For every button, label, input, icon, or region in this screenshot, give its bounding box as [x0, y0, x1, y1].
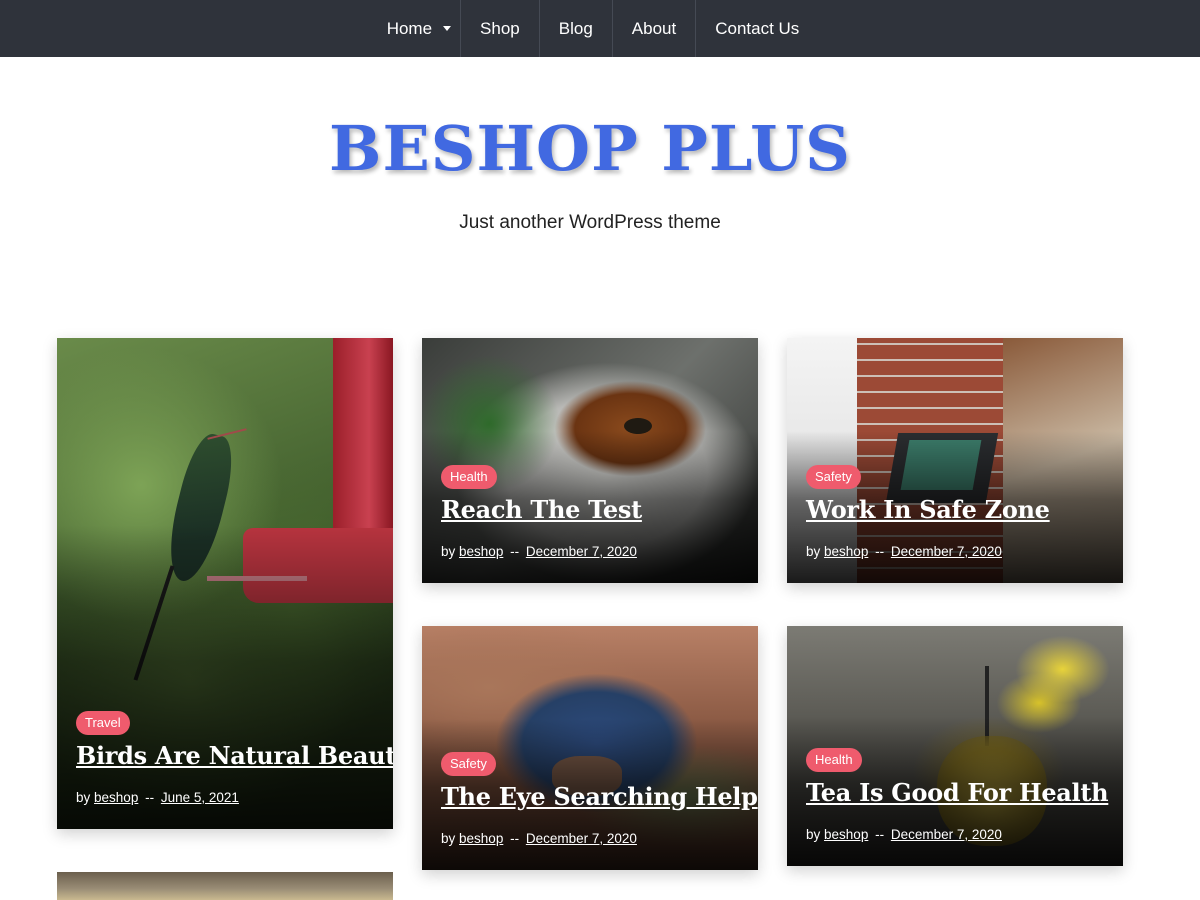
nav-item-about[interactable]: About: [613, 0, 697, 57]
meta-separator: --: [875, 827, 885, 842]
post-meta: by beshop -- December 7, 2020: [441, 831, 746, 846]
post-title-link[interactable]: The Eye Searching Help: [441, 782, 758, 811]
meta-separator: --: [875, 544, 885, 559]
author-link[interactable]: beshop: [459, 831, 503, 846]
nav-item-home[interactable]: Home: [368, 0, 462, 57]
author-link[interactable]: beshop: [94, 790, 138, 805]
date-link[interactable]: June 5, 2021: [161, 790, 239, 805]
date-link[interactable]: December 7, 2020: [891, 827, 1002, 842]
nav-item-label: Home: [386, 19, 433, 38]
nav-item-label: About: [631, 19, 677, 38]
by-label: by: [441, 544, 456, 559]
site-tagline: Just another WordPress theme: [459, 212, 721, 233]
category-badge[interactable]: Safety: [806, 465, 861, 489]
post-card-work-in-safe-zone[interactable]: Safety Work In Safe Zone by beshop -- De…: [787, 338, 1123, 583]
by-label: by: [441, 831, 456, 846]
post-meta: by beshop -- December 7, 2020: [806, 827, 1111, 842]
post-title-link[interactable]: Birds Are Natural Beauty: [76, 741, 393, 770]
caret-down-icon[interactable]: [443, 26, 452, 31]
post-title-link[interactable]: Reach The Test: [441, 495, 746, 524]
post-meta: by beshop -- December 7, 2020: [806, 544, 1111, 559]
post-card-tea-is-good-for-health[interactable]: Health Tea Is Good For Health by beshop …: [787, 626, 1123, 866]
nav-item-blog[interactable]: Blog: [540, 0, 613, 57]
post-title-link[interactable]: Tea Is Good For Health: [806, 778, 1111, 807]
date-link[interactable]: December 7, 2020: [526, 831, 637, 846]
nav-item-label: Shop: [480, 19, 520, 38]
post-card-content: Health Tea Is Good For Health by beshop …: [806, 748, 1111, 842]
post-card-the-eye-searching-help[interactable]: Safety The Eye Searching Help by beshop …: [422, 626, 758, 870]
post-card-content: Health Reach The Test by beshop -- Decem…: [441, 465, 746, 559]
category-badge[interactable]: Travel: [76, 711, 130, 735]
post-card-content: Travel Birds Are Natural Beauty by besho…: [76, 711, 393, 805]
post-card-reach-the-test[interactable]: Health Reach The Test by beshop -- Decem…: [422, 338, 758, 583]
nav-item-shop[interactable]: Shop: [461, 0, 540, 57]
post-title-link[interactable]: Work In Safe Zone: [806, 495, 1111, 524]
nav-item-contact[interactable]: Contact Us: [696, 0, 818, 57]
post-card-content: Safety The Eye Searching Help by beshop …: [441, 752, 758, 846]
post-card-birds[interactable]: Travel Birds Are Natural Beauty by besho…: [57, 338, 393, 829]
author-link[interactable]: beshop: [824, 827, 868, 842]
author-link[interactable]: beshop: [824, 544, 868, 559]
post-card-partial[interactable]: [57, 872, 393, 900]
by-label: by: [806, 544, 821, 559]
meta-separator: --: [145, 790, 155, 805]
category-badge[interactable]: Health: [806, 748, 862, 772]
author-link[interactable]: beshop: [459, 544, 503, 559]
nav-item-label: Contact Us: [715, 19, 800, 38]
meta-separator: --: [510, 544, 520, 559]
post-meta: by beshop -- June 5, 2021: [76, 790, 381, 805]
post-meta: by beshop -- December 7, 2020: [441, 544, 746, 559]
date-link[interactable]: December 7, 2020: [526, 544, 637, 559]
nav-menu: Home Shop Blog About Contact Us: [368, 0, 819, 57]
by-label: by: [806, 827, 821, 842]
post-card-content: Safety Work In Safe Zone by beshop -- De…: [806, 465, 1111, 559]
date-link[interactable]: December 7, 2020: [891, 544, 1002, 559]
by-label: by: [76, 790, 91, 805]
main-navigation: Home Shop Blog About Contact Us: [0, 0, 1200, 57]
nav-item-label: Blog: [558, 19, 593, 38]
site-title[interactable]: BESHOP PLUS: [0, 112, 1190, 185]
category-badge[interactable]: Safety: [441, 752, 496, 776]
meta-separator: --: [510, 831, 520, 846]
category-badge[interactable]: Health: [441, 465, 497, 489]
